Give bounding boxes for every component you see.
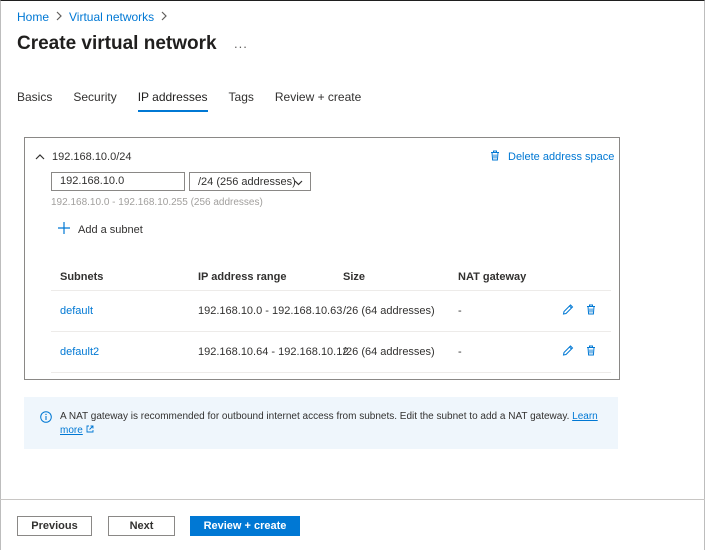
column-header-nat-gateway: NAT gateway xyxy=(458,270,527,283)
chevron-up-icon[interactable] xyxy=(35,149,45,160)
subnet-nat-gateway: - xyxy=(458,346,462,358)
edit-icon[interactable] xyxy=(562,345,574,360)
address-space-label: 192.168.10.0/24 xyxy=(52,151,132,163)
address-space-card: 192.168.10.0/24 Delete address space 192… xyxy=(24,137,620,380)
tab-ip-addresses[interactable]: IP addresses xyxy=(137,90,208,112)
address-space-size-value: /24 (256 addresses) xyxy=(198,175,296,188)
chevron-right-icon xyxy=(160,10,168,24)
subnet-table: Subnets IP address range Size NAT gatewa… xyxy=(51,263,611,373)
trash-icon[interactable] xyxy=(586,345,596,359)
subnet-nat-gateway: - xyxy=(458,305,462,317)
column-header-ip-range: IP address range xyxy=(198,270,287,283)
chevron-right-icon xyxy=(55,10,63,24)
info-message-text: A NAT gateway is recommended for outboun… xyxy=(60,411,570,422)
delete-address-space-button[interactable]: Delete address space xyxy=(490,150,614,164)
subnet-size: /26 (64 addresses) xyxy=(343,305,435,317)
page-title: Create virtual network xyxy=(17,33,217,54)
address-space-size-select[interactable]: /24 (256 addresses) xyxy=(189,172,311,191)
address-range-note: 192.168.10.0 - 192.168.10.255 (256 addre… xyxy=(51,197,263,208)
table-row: default2 192.168.10.64 - 192.168.10.12 /… xyxy=(51,332,611,373)
column-header-subnets: Subnets xyxy=(60,270,104,283)
subnet-name-link[interactable]: default xyxy=(60,305,93,317)
add-subnet-label: Add a subnet xyxy=(78,223,143,236)
info-icon xyxy=(40,411,52,423)
footer-divider xyxy=(0,499,705,500)
subnet-size: /26 (64 addresses) xyxy=(343,346,435,358)
table-header-row: Subnets IP address range Size NAT gatewa… xyxy=(51,263,611,291)
tab-review-create[interactable]: Review + create xyxy=(275,90,361,112)
subnet-name-link[interactable]: default2 xyxy=(60,346,99,358)
chevron-down-icon xyxy=(294,178,303,186)
tab-basics[interactable]: Basics xyxy=(17,90,52,112)
trash-icon xyxy=(490,150,500,164)
nat-gateway-info-bar: A NAT gateway is recommended for outboun… xyxy=(24,397,618,449)
breadcrumb: Home Virtual networks xyxy=(17,10,168,24)
trash-icon[interactable] xyxy=(586,304,596,318)
subnet-ip-range: 192.168.10.0 - 192.168.10.63 xyxy=(198,305,343,317)
tab-tags[interactable]: Tags xyxy=(229,90,254,112)
edit-icon[interactable] xyxy=(562,304,574,319)
table-row: default 192.168.10.0 - 192.168.10.63 /26… xyxy=(51,291,611,332)
tab-bar: Basics Security IP addresses Tags Review… xyxy=(17,90,382,114)
next-button[interactable]: Next xyxy=(108,516,175,536)
breadcrumb-home-link[interactable]: Home xyxy=(17,10,49,24)
address-space-ip-input[interactable]: 192.168.10.0 xyxy=(51,172,185,191)
info-message: A NAT gateway is recommended for outboun… xyxy=(60,410,600,438)
add-subnet-button[interactable]: Add a subnet xyxy=(58,222,143,237)
breadcrumb-virtual-networks-link[interactable]: Virtual networks xyxy=(69,10,154,24)
more-options-button[interactable]: ... xyxy=(234,36,248,51)
plus-icon xyxy=(58,222,70,237)
subnet-ip-range: 192.168.10.64 - 192.168.10.12 xyxy=(198,346,349,358)
previous-button[interactable]: Previous xyxy=(17,516,92,536)
review-create-button[interactable]: Review + create xyxy=(190,516,300,536)
column-header-size: Size xyxy=(343,270,366,283)
delete-address-space-label: Delete address space xyxy=(508,151,615,163)
tab-security[interactable]: Security xyxy=(73,90,116,112)
external-link-icon xyxy=(86,425,94,436)
